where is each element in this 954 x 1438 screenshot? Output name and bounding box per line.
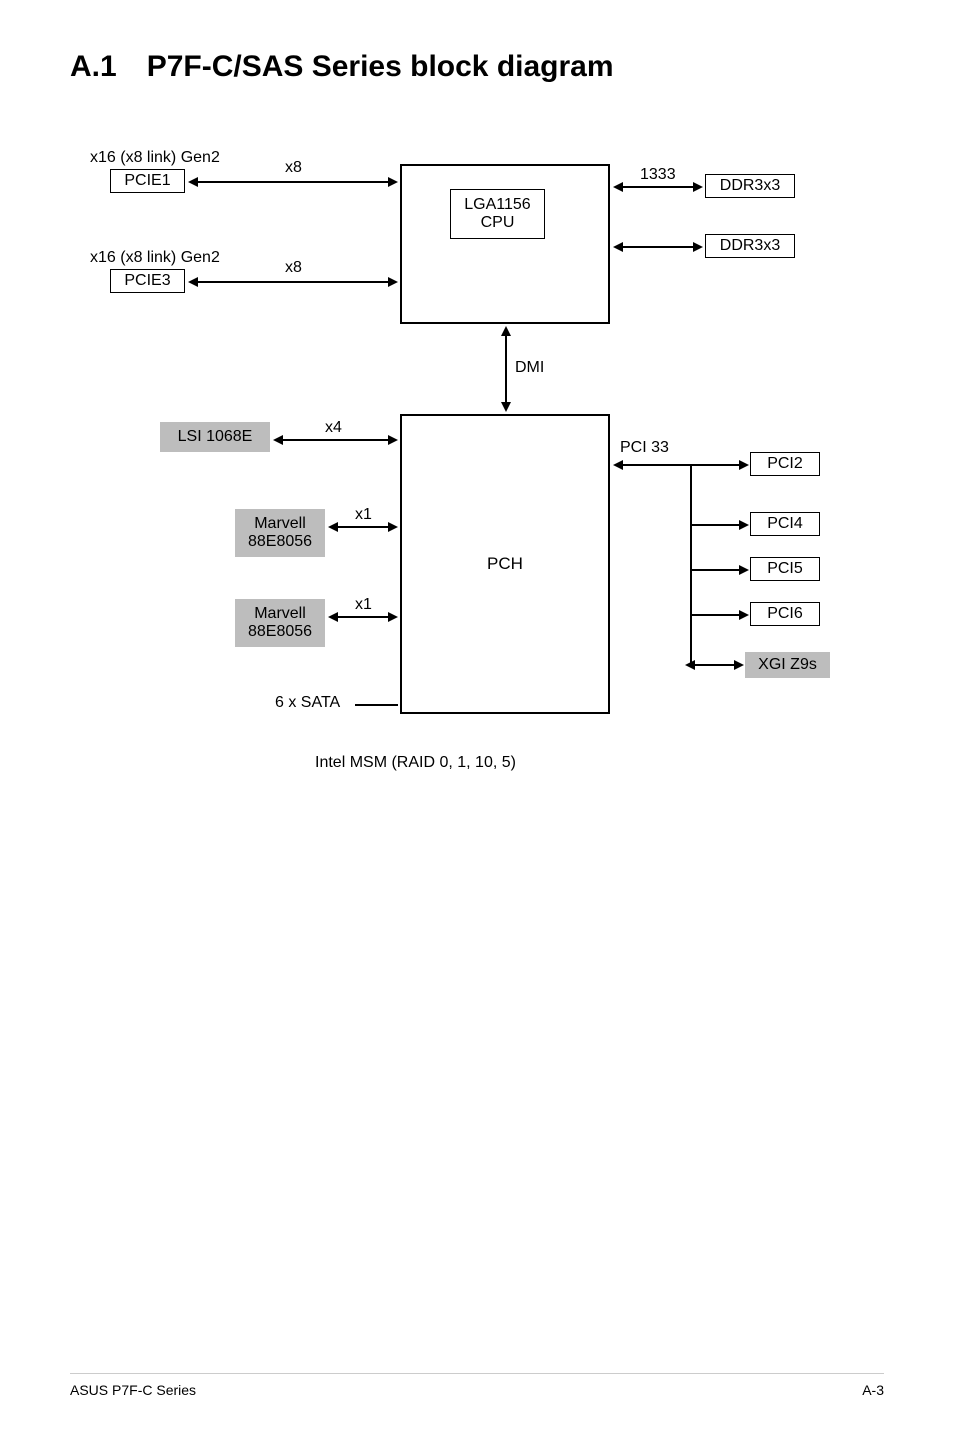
ddr3-a: DDR3x3 [705, 174, 795, 198]
speed-1333: 1333 [640, 166, 676, 184]
xgi-box: XGI Z9s [745, 652, 830, 678]
footer-left: ASUS P7F-C Series [70, 1382, 196, 1398]
pcie1-desc: x16 (x8 link) Gen2 [90, 149, 220, 167]
marvell-a: Marvell 88E8056 [235, 509, 325, 557]
pcie1-box: PCIE1 [110, 169, 185, 193]
cpu-block [400, 164, 610, 324]
pcie3-box: PCIE3 [110, 269, 185, 293]
x8-label-b: x8 [285, 259, 302, 277]
section-title: P7F-C/SAS Series block diagram [147, 50, 614, 84]
pci4-box: PCI4 [750, 512, 820, 536]
pcie3-desc: x16 (x8 link) Gen2 [90, 249, 220, 267]
raid-label: Intel MSM (RAID 0, 1, 10, 5) [315, 754, 516, 772]
footer-right: A-3 [862, 1382, 884, 1398]
pch-label: PCH [487, 554, 523, 574]
ddr3-b: DDR3x3 [705, 234, 795, 258]
pci2-box: PCI2 [750, 452, 820, 476]
x1-label-a: x1 [355, 506, 372, 524]
dmi-label: DMI [515, 359, 544, 377]
pci6-box: PCI6 [750, 602, 820, 626]
x1-label-b: x1 [355, 596, 372, 614]
block-diagram: LGA1156 CPU x16 (x8 link) Gen2 PCIE1 x8 … [80, 134, 880, 834]
lsi-box: LSI 1068E [160, 422, 270, 452]
cpu-box: LGA1156 CPU [450, 189, 545, 239]
x4-label: x4 [325, 419, 342, 437]
marvell-b: Marvell 88E8056 [235, 599, 325, 647]
pci33-label: PCI 33 [620, 439, 669, 457]
page-title: A.1 P7F-C/SAS Series block diagram [70, 50, 884, 84]
section-number: A.1 [70, 50, 117, 84]
sata-label: 6 x SATA [275, 694, 340, 712]
x8-label-a: x8 [285, 159, 302, 177]
pci5-box: PCI5 [750, 557, 820, 581]
footer: ASUS P7F-C Series A-3 [70, 1373, 884, 1398]
